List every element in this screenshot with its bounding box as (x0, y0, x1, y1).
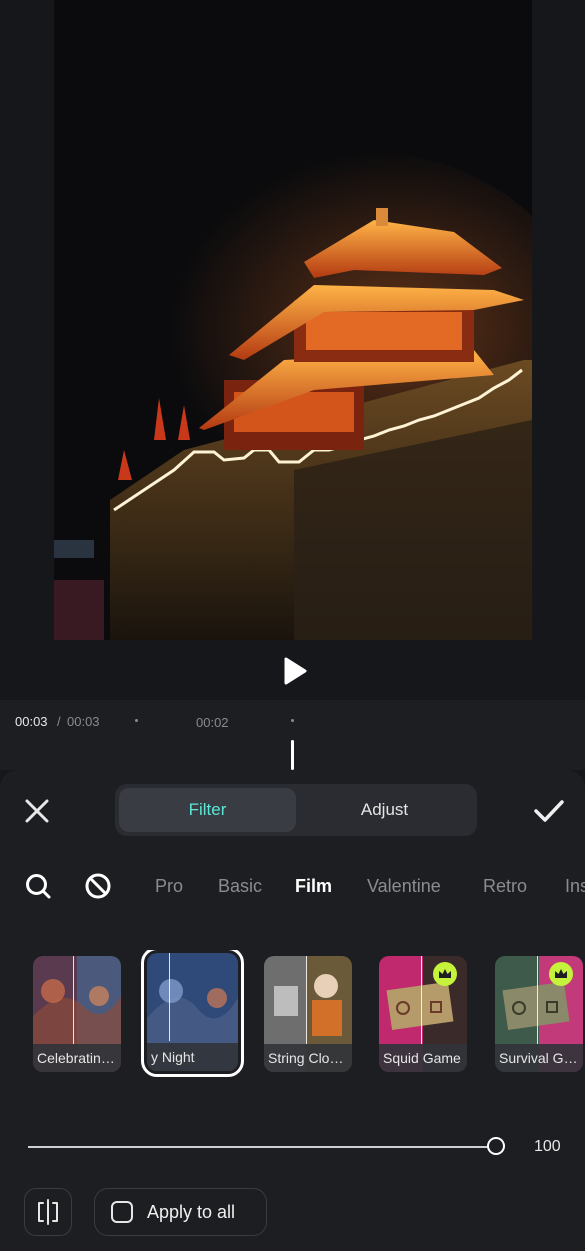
filter-label: Squid Game (379, 1044, 467, 1072)
play-button[interactable] (278, 655, 310, 687)
compare-divider (306, 956, 307, 1044)
pagoda-night-image (54, 0, 532, 640)
apply-to-all-toggle[interactable]: Apply to all (94, 1188, 267, 1236)
current-time: 00:03 (15, 714, 48, 729)
tab-switcher: Filter Adjust (115, 784, 477, 836)
close-button[interactable] (22, 796, 52, 826)
timeline-tick-dot (135, 719, 138, 722)
category-film[interactable]: Film (295, 876, 332, 897)
category-tabs: Pro Basic Film Valentine Retro Ins (0, 868, 585, 904)
search-icon (26, 874, 51, 899)
timeline-tick-label: 00:02 (196, 715, 229, 730)
premium-badge (549, 962, 573, 986)
crown-icon (439, 969, 451, 978)
tab-adjust[interactable]: Adjust (296, 788, 473, 832)
compare-divider (169, 953, 170, 1041)
filter-item-selected[interactable]: y Night (141, 950, 244, 1077)
timeline[interactable]: 00:03 / 00:03 00:02 (0, 700, 585, 770)
apply-to-all-label: Apply to all (147, 1202, 236, 1222)
total-time: 00:03 (67, 714, 100, 729)
compare-divider (537, 956, 538, 1044)
filter-panel: Filter Adjust Pro Basic Film Valentine R… (0, 770, 585, 1251)
playhead[interactable] (291, 740, 294, 770)
category-retro[interactable]: Retro (483, 876, 527, 897)
premium-badge (433, 962, 457, 986)
filter-item[interactable]: Survival G… (495, 956, 583, 1072)
confirm-button[interactable] (532, 796, 566, 826)
category-pro[interactable]: Pro (155, 876, 183, 897)
category-basic[interactable]: Basic (218, 876, 262, 897)
filter-label: Celebratin… (33, 1044, 121, 1072)
compare-divider (421, 956, 422, 1044)
compare-split-icon (38, 1199, 58, 1225)
filter-item[interactable]: Squid Game (379, 956, 467, 1072)
compare-button[interactable] (24, 1188, 72, 1236)
filter-list: Celebratin… y Night String Clo… Squid Ga… (0, 950, 585, 1080)
filter-label: y Night (147, 1043, 238, 1071)
close-icon (25, 799, 49, 823)
checkmark-icon (534, 800, 564, 822)
filter-item[interactable]: Celebratin… (33, 956, 121, 1072)
play-icon (284, 657, 307, 685)
intensity-slider-knob[interactable] (487, 1137, 505, 1155)
filter-label: Survival G… (495, 1044, 583, 1072)
tab-filter[interactable]: Filter (119, 788, 296, 832)
no-filter-button[interactable] (84, 872, 112, 900)
category-ins[interactable]: Ins (565, 876, 585, 897)
filter-item[interactable]: String Clo… (264, 956, 352, 1072)
time-separator: / (57, 714, 61, 729)
intensity-slider-track[interactable] (28, 1146, 498, 1148)
compare-divider (73, 956, 74, 1044)
filter-label: String Clo… (264, 1044, 352, 1072)
intensity-value: 100 (534, 1138, 561, 1155)
apply-to-all-checkbox[interactable] (111, 1201, 133, 1223)
timeline-tick-dot (291, 719, 294, 722)
video-preview-area (0, 0, 585, 700)
no-filter-icon (85, 873, 111, 899)
search-button[interactable] (24, 872, 52, 900)
video-frame[interactable] (54, 0, 532, 640)
crown-icon (555, 969, 567, 978)
category-valentine[interactable]: Valentine (367, 876, 441, 897)
